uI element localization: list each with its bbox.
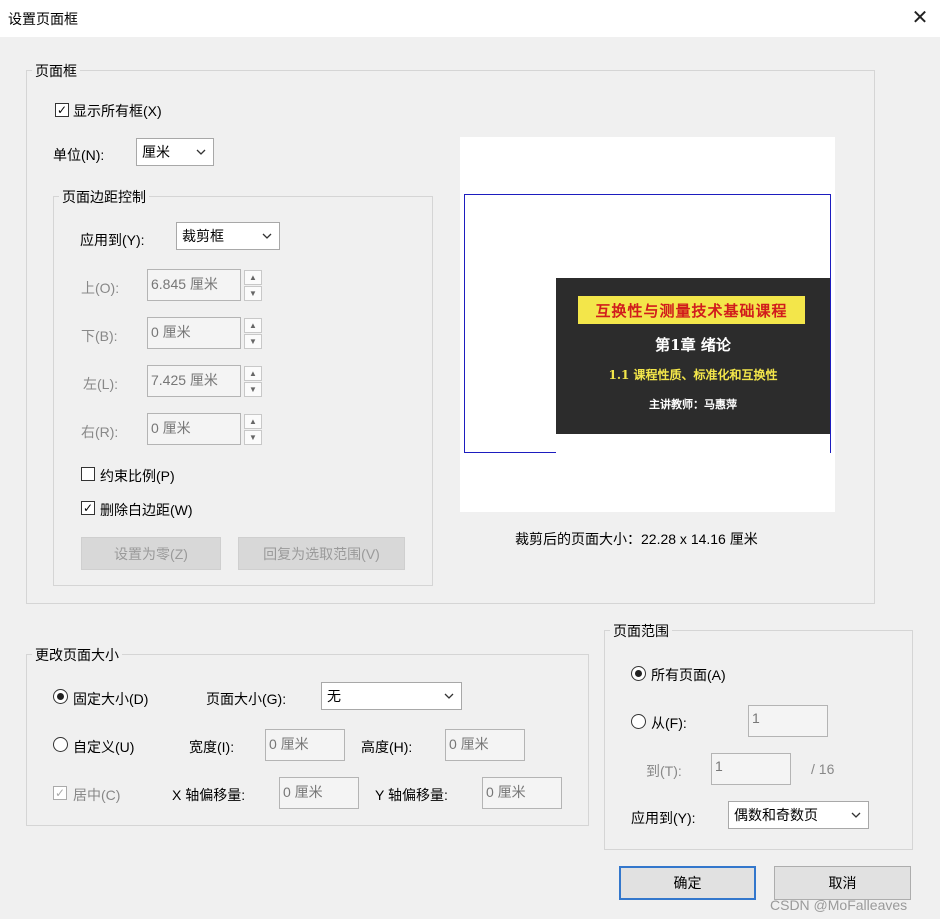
page-range-apply-label: 应用到(Y): (631, 810, 696, 826)
revert-to-selection-button[interactable]: 回复为选取范围(V) (238, 537, 405, 570)
set-to-zero-button[interactable]: 设置为零(Z) (81, 537, 221, 570)
page-box-legend: 页面框 (32, 61, 80, 81)
top-spin-up[interactable]: ▲ (244, 270, 262, 285)
unit-select[interactable]: 厘米 (136, 138, 214, 166)
fixed-size-radio[interactable] (53, 689, 68, 704)
constrain-proportions-label: 约束比例(P) (100, 468, 175, 484)
dialog-title: 设置页面框 (8, 11, 78, 27)
slide-teacher: 主讲教师：马惠萍 (649, 398, 737, 411)
cancel-button[interactable]: 取消 (774, 866, 911, 900)
top-margin-label: 上(O): (81, 280, 120, 296)
x-offset-label: X 轴偏移量: (172, 787, 246, 803)
unit-value: 厘米 (142, 144, 170, 160)
show-all-boxes-label: 显示所有框(X) (73, 103, 162, 119)
bottom-spin-up[interactable]: ▲ (244, 318, 262, 333)
chevron-down-icon (851, 812, 861, 818)
page-size-value: 无 (327, 688, 341, 704)
right-spin-down[interactable]: ▼ (244, 430, 262, 445)
right-margin-label: 右(R): (81, 424, 119, 440)
show-all-boxes-checkbox[interactable]: ✓ (55, 103, 69, 117)
all-pages-label: 所有页面(A) (651, 667, 726, 683)
change-page-size-legend: 更改页面大小 (32, 645, 122, 665)
constrain-proportions-checkbox[interactable] (81, 467, 95, 481)
watermark-text: CSDN @MoFalleaves (770, 897, 908, 913)
from-label: 从(F): (651, 715, 687, 731)
center-label: 居中(C) (73, 787, 121, 803)
margin-control-legend: 页面边距控制 (59, 187, 149, 207)
page-total: / 16 (811, 761, 835, 777)
to-field[interactable]: 1 (711, 753, 791, 785)
slide-title: 互换性与测量技术基础课程 (578, 296, 805, 324)
left-margin-field[interactable]: 7.425 厘米 (147, 365, 241, 397)
right-spin-up[interactable]: ▲ (244, 414, 262, 429)
chevron-down-icon (196, 149, 206, 155)
title-bar (0, 0, 940, 37)
bottom-margin-label: 下(B): (81, 328, 118, 344)
x-offset-field[interactable]: 0 厘米 (279, 777, 359, 809)
bottom-spin-down[interactable]: ▼ (244, 334, 262, 349)
height-field[interactable]: 0 厘米 (445, 729, 525, 761)
height-label: 高度(H): (361, 739, 413, 755)
unit-label: 单位(N): (53, 147, 105, 163)
close-icon[interactable]: ✕ (906, 3, 934, 31)
apply-to-value: 裁剪框 (182, 228, 224, 244)
right-margin-field[interactable]: 0 厘米 (147, 413, 241, 445)
left-margin-label: 左(L): (83, 376, 118, 392)
top-margin-field[interactable]: 6.845 厘米 (147, 269, 241, 301)
cropped-size-text: 裁剪后的页面大小：22.28 x 14.16 厘米 (515, 531, 758, 547)
remove-white-margins-checkbox[interactable]: ✓ (81, 501, 95, 515)
y-offset-label: Y 轴偏移量: (375, 787, 448, 803)
slide-section: 1.1 课程性质、标准化和互换性 (608, 368, 778, 382)
all-pages-radio[interactable] (631, 666, 646, 681)
page-size-select[interactable]: 无 (321, 682, 462, 710)
custom-size-radio[interactable] (53, 737, 68, 752)
page-range-apply-value: 偶数和奇数页 (734, 807, 818, 823)
remove-white-margins-label: 删除白边距(W) (100, 502, 193, 518)
page-range-legend: 页面范围 (610, 621, 672, 641)
left-spin-up[interactable]: ▲ (244, 366, 262, 381)
page-size-label: 页面大小(G): (206, 691, 287, 707)
apply-to-select[interactable]: 裁剪框 (176, 222, 280, 250)
slide-chapter: 第1章 绪论 (655, 336, 731, 354)
from-radio[interactable] (631, 714, 646, 729)
to-label: 到(T): (646, 763, 682, 779)
from-field[interactable]: 1 (748, 705, 828, 737)
slide-bottom-strip (556, 434, 830, 453)
ok-button[interactable]: 确定 (619, 866, 756, 900)
page-range-apply-select[interactable]: 偶数和奇数页 (728, 801, 869, 829)
center-checkbox[interactable]: ✓ (53, 786, 67, 800)
apply-to-label: 应用到(Y): (80, 232, 145, 248)
fixed-size-label: 固定大小(D) (73, 691, 149, 707)
top-spin-down[interactable]: ▼ (244, 286, 262, 301)
y-offset-field[interactable]: 0 厘米 (482, 777, 562, 809)
chevron-down-icon (262, 233, 272, 239)
left-spin-down[interactable]: ▼ (244, 382, 262, 397)
custom-size-label: 自定义(U) (73, 739, 135, 755)
width-label: 宽度(I): (189, 739, 235, 755)
width-field[interactable]: 0 厘米 (265, 729, 345, 761)
bottom-margin-field[interactable]: 0 厘米 (147, 317, 241, 349)
chevron-down-icon (444, 693, 454, 699)
